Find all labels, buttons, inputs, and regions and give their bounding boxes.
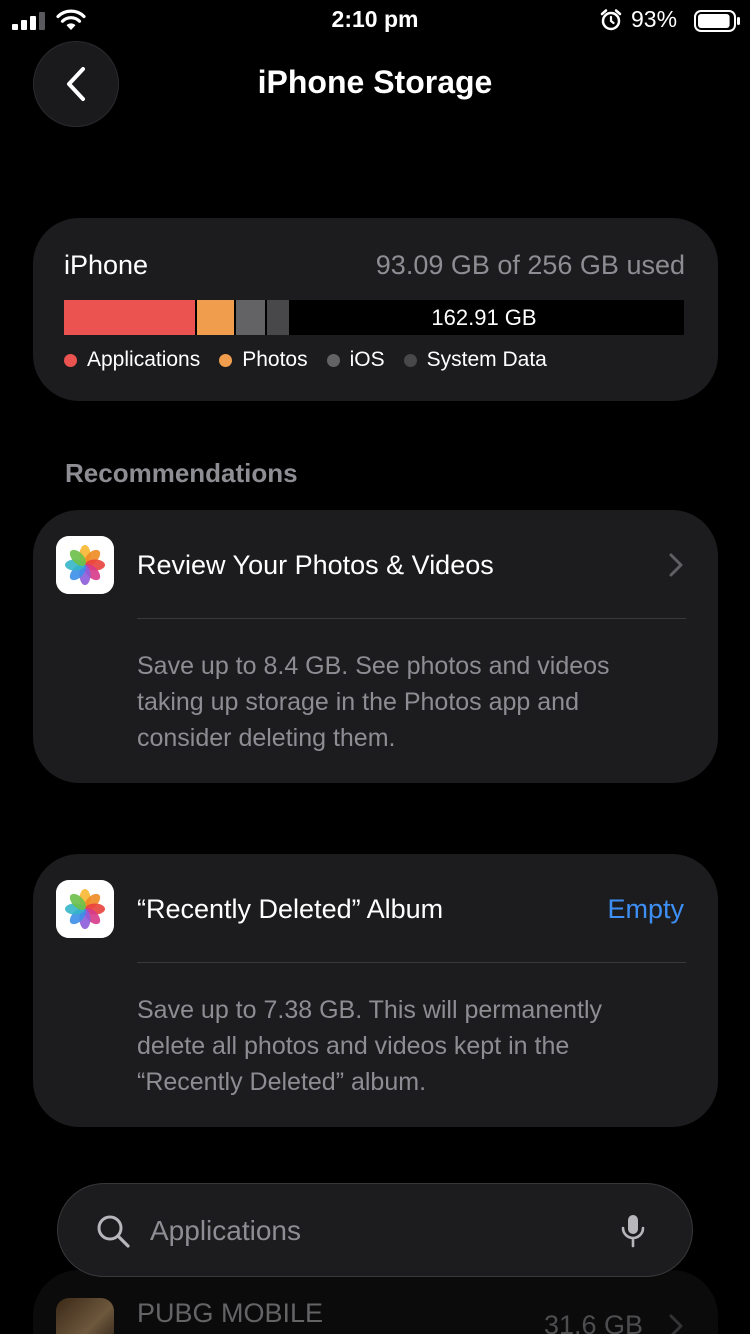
app-list-item-pubg[interactable]: PUBG MOBILE 31.6 GB [33, 1270, 718, 1334]
recommendations-header: Recommendations [65, 458, 298, 488]
recommendation-title: Review Your Photos & Videos [137, 550, 494, 580]
chevron-right-icon [669, 553, 683, 577]
battery-icon [694, 10, 740, 32]
legend-dot [403, 353, 417, 367]
legend-item-system-data: System Data [403, 348, 547, 372]
divider [137, 618, 686, 619]
divider [137, 962, 686, 963]
app-search-bar[interactable] [57, 1183, 693, 1277]
photos-app-icon [56, 880, 114, 938]
storage-bar-ios-segment [236, 300, 265, 335]
app-size: 31.6 GB [543, 1310, 643, 1334]
status-bar: 2:10 pm 93% [0, 0, 750, 40]
recommendation-title: “Recently Deleted” Album [137, 894, 444, 924]
legend-label: iOS [349, 348, 385, 371]
storage-usage-bar: 162.91 GB [64, 300, 684, 335]
alarm-icon [600, 9, 622, 31]
app-name: PUBG MOBILE [137, 1298, 324, 1328]
storage-used-text: 93.09 GB of 256 GB used [375, 250, 685, 280]
chevron-right-icon [669, 1314, 683, 1334]
review-photos-recommendation[interactable]: Review Your Photos & Videos Save up to 8… [33, 510, 718, 783]
legend-label: Photos [242, 348, 308, 371]
empty-album-button[interactable]: Empty [607, 894, 684, 925]
legend-dot [219, 353, 233, 367]
microphone-icon[interactable] [620, 1213, 646, 1249]
storage-bar-applications-segment [64, 300, 195, 335]
storage-bar-photos-segment [197, 300, 234, 335]
free-space-label: 162.91 GB [431, 305, 537, 330]
legend-item-ios: iOS [326, 348, 385, 372]
page-title: iPhone Storage [257, 64, 493, 100]
legend-dot [64, 353, 77, 367]
storage-legend: Applications Photos iOS System Data [64, 348, 566, 372]
recommendation-description: Save up to 7.38 GB. This will permanentl… [137, 996, 603, 1096]
legend-dot [326, 353, 340, 367]
search-input[interactable] [150, 1209, 590, 1253]
legend-label: System Data [426, 348, 547, 371]
photos-app-icon [56, 536, 114, 594]
recommendation-description: Save up to 8.4 GB. See photos and videos… [137, 652, 610, 752]
pubg-app-icon [56, 1298, 114, 1334]
search-icon [97, 1215, 130, 1248]
legend-item-photos: Photos [219, 348, 308, 372]
storage-summary-card: iPhone 93.09 GB of 256 GB used 162.91 GB… [33, 218, 718, 401]
legend-item-applications: Applications [64, 348, 200, 372]
battery-percent: 93% [631, 6, 678, 32]
legend-label: Applications [87, 348, 201, 371]
device-name: iPhone [64, 250, 149, 280]
recently-deleted-recommendation: “Recently Deleted” Album Empty Save up t… [33, 854, 718, 1127]
